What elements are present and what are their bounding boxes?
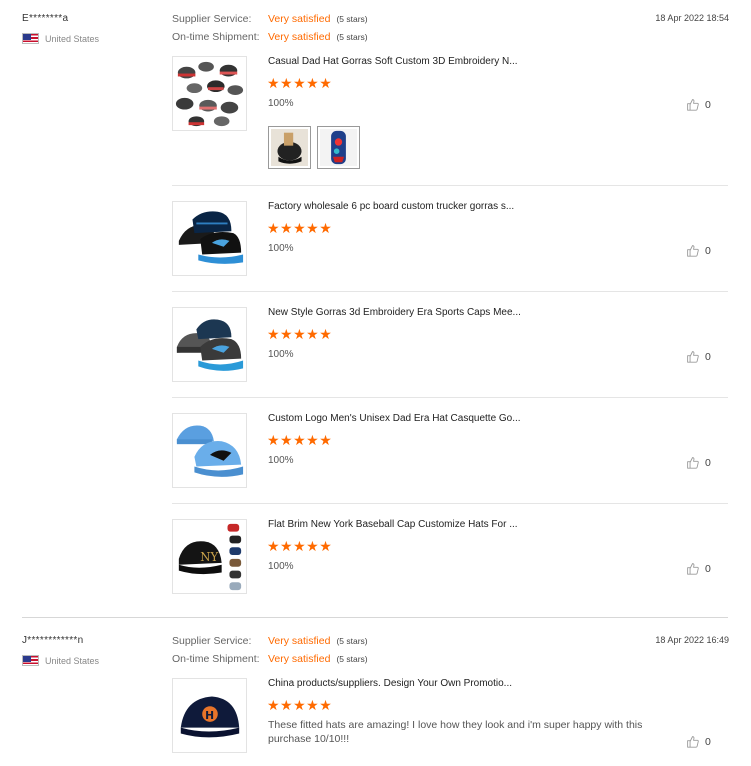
product-rating-stars: ★★★★★ — [267, 220, 333, 236]
cap-photo-icon — [320, 129, 357, 166]
buyer-name: E********a — [22, 13, 69, 24]
like-button[interactable]: 0 — [686, 350, 711, 363]
like-button[interactable]: 0 — [686, 244, 711, 257]
rating-stars-text: (5 stars) — [336, 14, 368, 24]
rating-label: On-time Shipment: — [172, 31, 260, 43]
product-thumbnail[interactable] — [172, 56, 247, 131]
ny-caps-icon: NY — [178, 523, 242, 591]
product-review-item: Custom Logo Men's Unisex Dad Era Hat Cas… — [172, 413, 711, 489]
product-review-item: Factory wholesale 6 pc board custom truc… — [172, 201, 711, 277]
product-divider — [172, 397, 728, 398]
product-title[interactable]: China products/suppliers. Design Your Ow… — [268, 678, 512, 689]
panther-caps-blue-icon — [176, 425, 244, 477]
cap-photo-icon — [271, 129, 308, 166]
review-card: E********a United States Supplier Servic… — [0, 0, 751, 615]
thumbs-up-icon — [686, 456, 699, 469]
product-review-item: H China products/suppliers. Design Your … — [172, 678, 711, 758]
thumbs-up-icon — [686, 562, 699, 575]
rating-stars-text: (5 stars) — [336, 654, 368, 664]
rating-stars-text: (5 stars) — [336, 32, 368, 42]
country-label: United States — [45, 33, 100, 44]
us-flag-icon — [22, 33, 39, 44]
like-count: 0 — [705, 456, 711, 469]
rating-value: Very satisfied — [268, 13, 331, 25]
product-thumbnail[interactable]: NY — [172, 519, 247, 594]
rating-label: On-time Shipment: — [172, 653, 260, 665]
product-review-item: NY Flat Brim New York Baseball Cap Custo… — [172, 519, 711, 595]
thumbs-up-icon — [686, 244, 699, 257]
product-rating-stars: ★★★★★ — [267, 75, 333, 91]
product-rating-stars: ★★★★★ — [267, 326, 333, 342]
supplier-service-rating: Supplier Service: Very satisfied (5 star… — [172, 635, 368, 647]
product-title[interactable]: New Style Gorras 3d Embroidery Era Sport… — [268, 307, 521, 318]
product-thumbnail[interactable]: H — [172, 678, 247, 753]
product-rating-percent: 100% — [268, 98, 294, 109]
review-photo[interactable] — [317, 126, 360, 169]
product-rating-percent: 100% — [268, 349, 294, 360]
ontime-shipment-rating: On-time Shipment: Very satisfied (5 star… — [172, 31, 368, 43]
buyer-name: J************n — [22, 635, 84, 646]
product-title[interactable]: Flat Brim New York Baseball Cap Customiz… — [268, 519, 518, 530]
product-rating-stars: ★★★★★ — [267, 697, 333, 713]
product-rating-percent: 100% — [268, 243, 294, 254]
review-card: J************n United States Supplier Se… — [0, 622, 751, 766]
thumbs-up-icon — [686, 735, 699, 748]
rating-value: Very satisfied — [268, 635, 331, 647]
product-rating-percent: 100% — [268, 455, 294, 466]
supplier-service-rating: Supplier Service: Very satisfied (5 star… — [172, 13, 368, 25]
product-rating-percent: 100% — [268, 561, 294, 572]
product-title[interactable]: Factory wholesale 6 pc board custom truc… — [268, 201, 514, 212]
rating-stars-text: (5 stars) — [336, 636, 368, 646]
product-thumbnail[interactable] — [172, 201, 247, 276]
product-divider — [172, 185, 728, 186]
rating-label: Supplier Service: — [172, 635, 252, 647]
product-divider — [172, 503, 728, 504]
like-count: 0 — [705, 98, 711, 111]
product-divider — [172, 291, 728, 292]
product-title[interactable]: Custom Logo Men's Unisex Dad Era Hat Cas… — [268, 413, 521, 424]
review-date: 18 Apr 2022 16:49 — [655, 635, 729, 645]
rating-value: Very satisfied — [268, 31, 331, 43]
product-rating-stars: ★★★★★ — [267, 432, 333, 448]
thumbs-up-icon — [686, 350, 699, 363]
rating-label: Supplier Service: — [172, 13, 252, 25]
country-label: United States — [45, 655, 100, 666]
hats-grid-icon — [175, 61, 244, 127]
product-title[interactable]: Casual Dad Hat Gorras Soft Custom 3D Emb… — [268, 56, 518, 67]
like-count: 0 — [705, 350, 711, 363]
astros-cap-icon: H — [180, 696, 240, 738]
thumbs-up-icon — [686, 98, 699, 111]
like-count: 0 — [705, 735, 711, 748]
rating-value: Very satisfied — [268, 653, 331, 665]
review-photo[interactable] — [268, 126, 311, 169]
buyer-country: United States — [22, 655, 99, 666]
like-button[interactable]: 0 — [686, 735, 711, 748]
like-button[interactable]: 0 — [686, 456, 711, 469]
review-comment: These fitted hats are amazing! I love ho… — [268, 719, 643, 745]
like-count: 0 — [705, 562, 711, 575]
like-count: 0 — [705, 244, 711, 257]
ontime-shipment-rating: On-time Shipment: Very satisfied (5 star… — [172, 653, 368, 665]
buyer-country: United States — [22, 33, 99, 44]
us-flag-icon — [22, 655, 39, 666]
like-button[interactable]: 0 — [686, 562, 711, 575]
review-divider — [22, 617, 728, 618]
product-review-item: New Style Gorras 3d Embroidery Era Sport… — [172, 307, 711, 383]
product-thumbnail[interactable] — [172, 413, 247, 488]
svg-text:NY: NY — [200, 550, 218, 564]
review-date: 18 Apr 2022 18:54 — [655, 13, 729, 23]
panther-caps-black-icon — [178, 211, 244, 264]
like-button[interactable]: 0 — [686, 98, 711, 111]
product-rating-stars: ★★★★★ — [267, 538, 333, 554]
product-thumbnail[interactable] — [172, 307, 247, 382]
product-review-item: Casual Dad Hat Gorras Soft Custom 3D Emb… — [172, 56, 711, 176]
panther-caps-grey-icon — [176, 319, 244, 371]
svg-text:H: H — [205, 709, 214, 722]
